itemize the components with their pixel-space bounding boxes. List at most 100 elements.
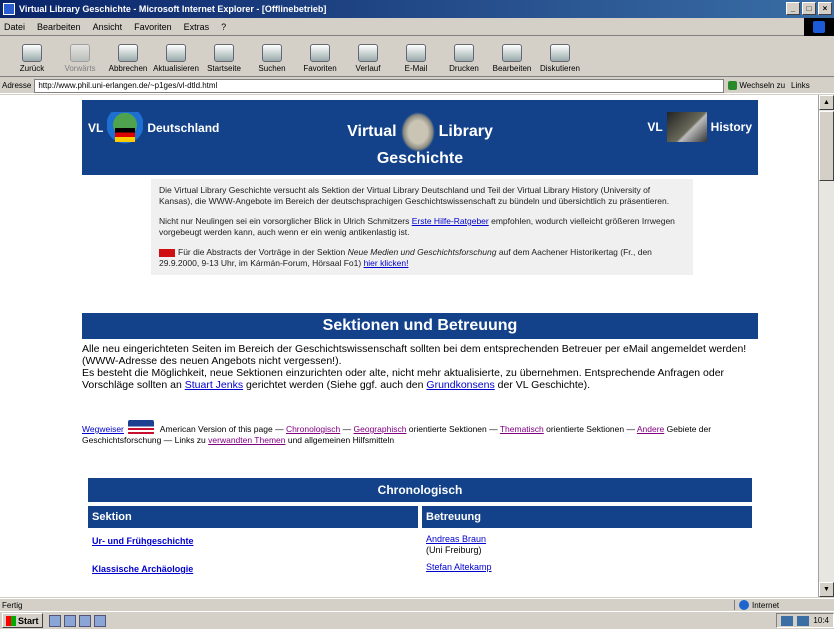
grundkonsens-link[interactable]: Grundkonsens	[426, 379, 494, 391]
window-title: Virtual Library Geschichte - Microsoft I…	[19, 4, 327, 14]
vertical-scrollbar[interactable]: ▲ ▼	[818, 95, 834, 597]
favorites-button[interactable]: Favoriten	[296, 44, 344, 73]
clock: 10:4	[813, 616, 829, 625]
back-button[interactable]: Zurück	[8, 44, 56, 73]
window-controls: _ □ ×	[786, 2, 832, 15]
tray-volume-icon[interactable]	[797, 615, 810, 626]
quick-launch	[48, 614, 106, 627]
vl-history-link[interactable]: VL History	[647, 112, 752, 142]
quicklaunch-channel-icon[interactable]	[93, 614, 106, 627]
menu-datei[interactable]: Datei	[4, 22, 25, 32]
discuss-button[interactable]: Diskutieren	[536, 44, 584, 73]
quicklaunch-desktop-icon[interactable]	[78, 614, 91, 627]
refresh-button[interactable]: Aktualisieren	[152, 44, 200, 73]
print-icon	[454, 44, 474, 62]
chronologisch-link[interactable]: Chronologisch	[286, 424, 340, 434]
erste-hilfe-link[interactable]: Erste Hilfe-Ratgeber	[412, 216, 489, 226]
section-cell: Klassische Archäologie	[88, 560, 418, 574]
intro-paragraph-2: Nicht nur Neulingen sei ein vorsorgliche…	[159, 216, 675, 237]
mail-icon	[406, 44, 426, 62]
section-link[interactable]: Klassische Archäologie	[92, 564, 193, 574]
windows-logo-icon	[813, 21, 825, 33]
scroll-up-button[interactable]: ▲	[819, 95, 834, 110]
menu-bearbeiten[interactable]: Bearbeiten	[37, 22, 81, 32]
thematisch-link[interactable]: Thematisch	[500, 424, 544, 434]
stop-button[interactable]: Abbrechen	[104, 44, 152, 73]
maintainer-cell: Andreas Braun (Uni Freiburg)	[426, 534, 487, 555]
chrono-heading: Chronologisch	[88, 478, 752, 502]
windows-flag-icon	[6, 615, 16, 626]
stuart-jenks-link[interactable]: Stuart Jenks	[185, 379, 243, 391]
security-zone: Internet	[734, 600, 834, 610]
site-subtitle: Geschichte	[376, 150, 464, 167]
maximize-button[interactable]: □	[802, 2, 816, 15]
address-input[interactable]	[34, 78, 725, 93]
discuss-icon	[550, 44, 570, 62]
favorites-icon	[310, 44, 330, 62]
history-icon	[358, 44, 378, 62]
andere-link[interactable]: Andere	[637, 424, 664, 434]
status-bar: Fertig Internet	[0, 598, 834, 611]
wegweiser-nav: Wegweiser American Version of this page …	[82, 420, 758, 446]
home-icon	[214, 44, 234, 62]
vl-logo-icon	[400, 112, 435, 152]
search-icon	[262, 44, 282, 62]
history-image-icon	[666, 112, 707, 142]
search-button[interactable]: Suchen	[248, 44, 296, 73]
intro-paragraph: Die Virtual Library Geschichte versucht …	[159, 185, 670, 206]
maintainer-link[interactable]: Stefan Altekamp	[426, 562, 492, 572]
maintainer-cell: Stefan Altekamp	[422, 560, 752, 574]
start-button[interactable]: Start	[2, 613, 43, 628]
history-button[interactable]: Verlauf	[344, 44, 392, 73]
col-sektion: Sektion	[88, 506, 418, 528]
geographisch-link[interactable]: Geographisch	[354, 424, 407, 434]
globe-icon	[739, 600, 749, 610]
maintainer-link[interactable]: Andreas Braun	[426, 534, 486, 544]
section-info: Alle neu eingerichteten Seiten im Bereic…	[82, 343, 747, 391]
quicklaunch-ie-icon[interactable]	[48, 614, 61, 627]
us-flag-icon[interactable]	[127, 420, 154, 435]
intro-paragraph-3: Für die Abstracts der Vorträge in der Se…	[159, 247, 652, 268]
links-button[interactable]: Links	[791, 81, 810, 90]
ie-icon	[3, 3, 15, 15]
status-text: Fertig	[2, 600, 23, 610]
section-link[interactable]: Ur- und Frühgeschichte	[92, 536, 194, 546]
table-row: Ur- und Frühgeschichte Andreas Braun (Uni…	[88, 532, 752, 556]
scroll-thumb[interactable]	[819, 111, 834, 181]
new-badge-icon	[159, 248, 175, 257]
intro-box: Die Virtual Library Geschichte versucht …	[151, 179, 693, 275]
section-heading: Sektionen und Betreuung	[82, 313, 758, 339]
throbber	[804, 18, 834, 36]
toolbar: Zurück Vorwärts Abbrechen Aktualisieren …	[0, 37, 834, 77]
edit-icon	[502, 44, 522, 62]
tray-network-icon[interactable]	[781, 615, 794, 626]
print-button[interactable]: Drucken	[440, 44, 488, 73]
table-header: Sektion Betreuung	[88, 506, 752, 528]
menu-extras[interactable]: Extras	[184, 22, 210, 32]
close-button[interactable]: ×	[818, 2, 832, 15]
hier-klicken-link[interactable]: hier klicken!	[364, 258, 409, 268]
go-button[interactable]: Wechseln zu	[728, 81, 785, 90]
menu-ansicht[interactable]: Ansicht	[93, 22, 123, 32]
forward-button[interactable]: Vorwärts	[56, 44, 104, 73]
verwandte-themen-link[interactable]: verwandten Themen	[208, 435, 285, 445]
chrono-table: Chronologisch Sektion Betreuung Ur- und …	[88, 478, 752, 574]
menu-favoriten[interactable]: Favoriten	[134, 22, 172, 32]
system-tray: 10:4	[776, 613, 834, 628]
header-banner: VL Deutschland Virtual Library Geschichte…	[82, 100, 758, 175]
mail-button[interactable]: E-Mail	[392, 44, 440, 73]
menu-help[interactable]: ?	[221, 22, 226, 32]
minimize-button[interactable]: _	[786, 2, 800, 15]
wegweiser-link[interactable]: Wegweiser	[82, 424, 124, 434]
quicklaunch-mail-icon[interactable]	[63, 614, 76, 627]
go-arrow-icon	[728, 81, 738, 90]
forward-icon	[70, 44, 90, 62]
title-bar[interactable]: Virtual Library Geschichte - Microsoft I…	[0, 0, 834, 18]
home-button[interactable]: Startseite	[200, 44, 248, 73]
scroll-down-button[interactable]: ▼	[819, 582, 834, 597]
taskbar: Start 10:4	[0, 611, 834, 629]
table-row: Klassische Archäologie Stefan Altekamp	[88, 560, 752, 574]
address-label: Adresse	[2, 81, 32, 90]
edit-button[interactable]: Bearbeiten	[488, 44, 536, 73]
browser-window: Virtual Library Geschichte - Microsoft I…	[0, 0, 834, 629]
